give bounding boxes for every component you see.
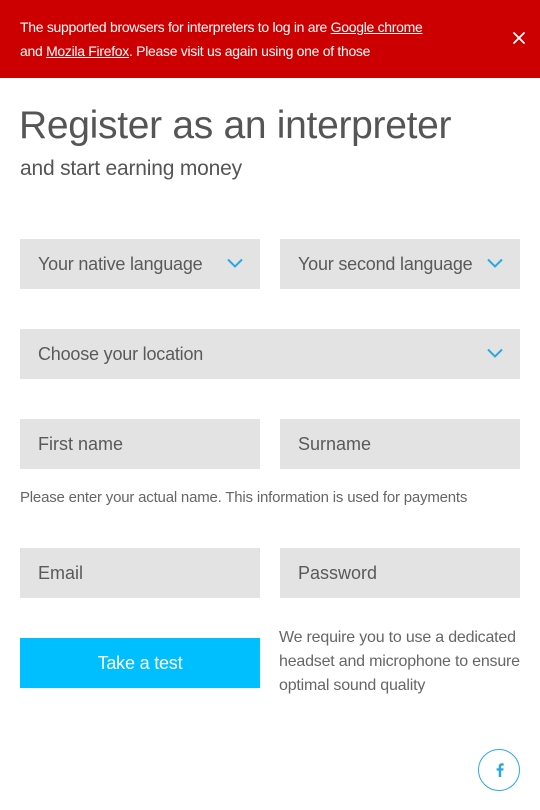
google-chrome-link[interactable]: Google chrome <box>331 19 423 35</box>
banner-text-end: . Please visit us again using one of tho… <box>129 43 371 59</box>
password-field-wrapper <box>280 548 520 598</box>
mozilla-firefox-link[interactable]: Mozila Firefox <box>46 43 129 59</box>
chevron-down-icon <box>487 348 503 358</box>
chevron-down-icon <box>227 258 243 268</box>
browser-support-banner: The supported browsers for interpreters … <box>0 0 540 78</box>
page-title: Register as an interpreter <box>19 104 452 147</box>
second-language-select[interactable]: Your second language <box>280 239 520 289</box>
native-language-value: Your native language <box>38 254 203 274</box>
surname-input[interactable] <box>280 419 520 469</box>
facebook-icon[interactable] <box>478 749 520 791</box>
banner-message: The supported browsers for interpreters … <box>20 15 490 63</box>
password-input[interactable] <box>280 548 520 598</box>
name-hint: Please enter your actual name. This info… <box>20 489 468 506</box>
banner-and-text: and <box>20 43 47 59</box>
chevron-down-icon <box>487 258 503 268</box>
first-name-input[interactable] <box>20 419 260 469</box>
banner-text-start: The supported browsers for interpreters … <box>20 19 331 35</box>
email-field-wrapper <box>20 548 260 598</box>
first-name-field-wrapper <box>20 419 260 469</box>
headset-requirement-note: We require you to use a dedicated headse… <box>279 629 520 694</box>
location-value: Choose your location <box>38 344 204 364</box>
close-icon[interactable] <box>512 31 526 45</box>
second-language-value: Your second language <box>298 254 473 274</box>
surname-field-wrapper <box>280 419 520 469</box>
take-a-test-button[interactable]: Take a test <box>20 638 260 688</box>
page-subtitle: and start earning money <box>20 157 242 180</box>
email-input[interactable] <box>20 548 260 598</box>
location-select[interactable]: Choose your location <box>20 329 520 379</box>
native-language-select[interactable]: Your native language <box>20 239 260 289</box>
